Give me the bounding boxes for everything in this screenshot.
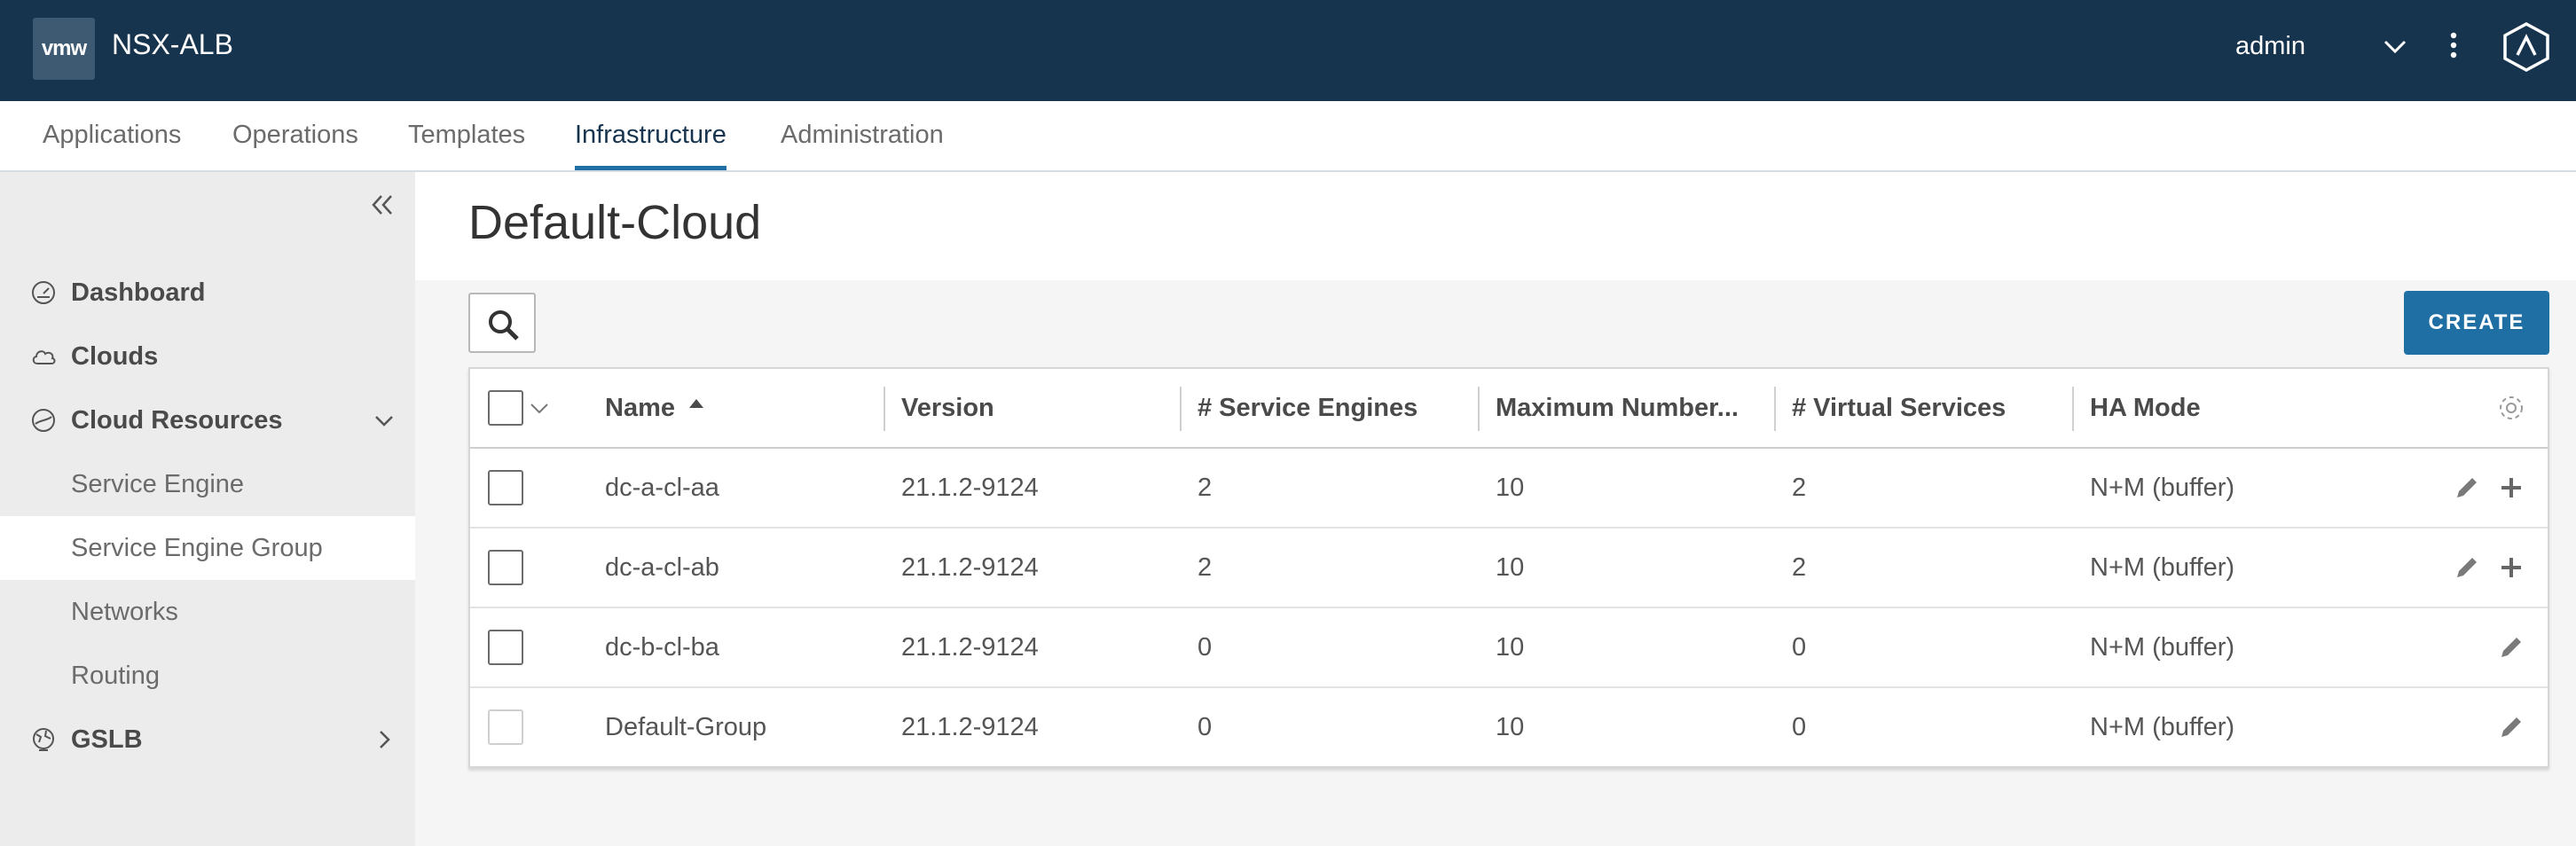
sidebar: Dashboard Clouds Cloud Resources Service…	[0, 172, 415, 846]
more-options-icon[interactable]	[2445, 30, 2462, 60]
gear-icon[interactable]	[2496, 393, 2526, 423]
table-row[interactable]: Default-Group 21.1.2-9124 0 10 0 N+M (bu…	[470, 688, 2548, 768]
main-nav: Applications Operations Templates Infras…	[0, 101, 2576, 172]
column-divider[interactable]	[1774, 387, 1776, 431]
sidebar-item-label: Dashboard	[71, 278, 206, 307]
sidebar-item-service-engine[interactable]: Service Engine	[0, 452, 415, 516]
cell-service-engines: 0	[1198, 632, 1213, 662]
column-header-version[interactable]: Version	[901, 369, 994, 447]
user-menu-label[interactable]: admin	[2235, 32, 2305, 61]
column-divider[interactable]	[2072, 387, 2074, 431]
plus-icon[interactable]	[2496, 473, 2526, 503]
cell-ha-mode: N+M (buffer)	[2090, 632, 2235, 662]
tab-administration[interactable]: Administration	[781, 121, 944, 170]
page-title: Default-Cloud	[468, 196, 762, 249]
chevron-down-icon[interactable]	[529, 399, 550, 417]
cell-version: 21.1.2-9124	[901, 632, 1039, 662]
create-button[interactable]: CREATE	[2404, 291, 2549, 355]
cell-ha-mode: N+M (buffer)	[2090, 712, 2235, 741]
row-checkbox[interactable]	[488, 630, 523, 665]
column-divider[interactable]	[1478, 387, 1480, 431]
table-row[interactable]: dc-a-cl-ab 21.1.2-9124 2 10 2 N+M (buffe…	[470, 529, 2548, 608]
edit-icon[interactable]	[2496, 712, 2526, 742]
sidebar-item-cloud-resources[interactable]: Cloud Resources	[0, 388, 415, 452]
sidebar-item-dashboard[interactable]: Dashboard	[0, 261, 415, 325]
cell-max-number: 10	[1496, 552, 1525, 582]
sidebar-item-clouds[interactable]: Clouds	[0, 325, 415, 388]
brand-hexagon-icon[interactable]	[2501, 21, 2551, 73]
cloud-resources-icon	[32, 409, 55, 432]
column-divider[interactable]	[1180, 387, 1182, 431]
chevron-down-icon[interactable]	[2381, 32, 2409, 60]
column-header-virtual-services[interactable]: # Virtual Services	[1792, 369, 2006, 447]
title-strip: Default-Cloud	[415, 172, 2576, 280]
cell-max-number: 10	[1496, 712, 1525, 741]
sidebar-item-label: GSLB	[71, 725, 143, 754]
edit-icon[interactable]	[2452, 552, 2482, 583]
cell-version: 21.1.2-9124	[901, 552, 1039, 582]
cell-name: dc-a-cl-aa	[605, 473, 719, 502]
chevron-down-icon[interactable]	[371, 407, 397, 434]
app-title: NSX-ALB	[112, 28, 233, 60]
plus-icon[interactable]	[2496, 552, 2526, 583]
cell-service-engines: 0	[1198, 712, 1213, 741]
edit-icon[interactable]	[2452, 473, 2482, 503]
cell-service-engines: 2	[1198, 552, 1213, 582]
cell-name: dc-a-cl-ab	[605, 552, 719, 582]
chevron-right-icon[interactable]	[371, 726, 397, 753]
edit-icon[interactable]	[2496, 632, 2526, 662]
table-row[interactable]: dc-b-cl-ba 21.1.2-9124 0 10 0 N+M (buffe…	[470, 608, 2548, 688]
cell-ha-mode: N+M (buffer)	[2090, 552, 2235, 582]
cell-name: Default-Group	[605, 712, 767, 741]
cell-virtual-services: 2	[1792, 552, 1807, 582]
service-engine-group-table: Name Version # Service Engines Maximum N…	[468, 367, 2549, 768]
cell-max-number: 10	[1496, 632, 1525, 662]
row-checkbox	[488, 709, 523, 745]
table-header-row: Name Version # Service Engines Maximum N…	[470, 369, 2548, 449]
column-header-service-engines[interactable]: # Service Engines	[1198, 369, 1418, 447]
sidebar-item-service-engine-group[interactable]: Service Engine Group	[0, 516, 415, 580]
column-divider[interactable]	[884, 387, 885, 431]
sidebar-item-label: Cloud Resources	[71, 406, 283, 435]
gauge-icon	[32, 281, 55, 304]
cloud-icon	[32, 350, 56, 364]
column-header-maximum-number[interactable]: Maximum Number...	[1496, 369, 1739, 447]
cell-virtual-services: 2	[1792, 473, 1807, 502]
app-header: vmw NSX-ALB admin	[0, 0, 2576, 101]
sidebar-item-networks[interactable]: Networks	[0, 580, 415, 644]
search-button[interactable]	[468, 293, 536, 353]
search-icon	[489, 310, 519, 341]
sidebar-item-label: Clouds	[71, 342, 159, 371]
globe-icon	[33, 728, 54, 751]
cell-virtual-services: 0	[1792, 632, 1807, 662]
sidebar-item-routing[interactable]: Routing	[0, 644, 415, 708]
cell-version: 21.1.2-9124	[901, 712, 1039, 741]
cell-max-number: 10	[1496, 473, 1525, 502]
tab-applications[interactable]: Applications	[43, 121, 181, 170]
tab-templates[interactable]: Templates	[408, 121, 525, 170]
sidebar-item-label: Routing	[71, 662, 160, 690]
sort-ascending-icon	[689, 399, 703, 408]
sidebar-item-gslb[interactable]: GSLB	[0, 708, 415, 772]
row-checkbox[interactable]	[488, 470, 523, 505]
main-content: Default-Cloud CREATE Name Version # Serv…	[415, 172, 2576, 846]
collapse-sidebar-icon[interactable]	[367, 190, 397, 220]
cell-virtual-services: 0	[1792, 712, 1807, 741]
cell-version: 21.1.2-9124	[901, 473, 1039, 502]
vmw-logo[interactable]: vmw	[33, 18, 95, 80]
tab-operations[interactable]: Operations	[232, 121, 358, 170]
cell-ha-mode: N+M (buffer)	[2090, 473, 2235, 502]
row-checkbox[interactable]	[488, 550, 523, 585]
select-all-checkbox[interactable]	[488, 390, 523, 426]
sidebar-item-label: Service Engine	[71, 470, 245, 498]
column-header-ha-mode[interactable]: HA Mode	[2090, 369, 2201, 447]
tab-infrastructure[interactable]: Infrastructure	[575, 121, 726, 170]
sidebar-item-label: Networks	[71, 598, 178, 626]
sidebar-item-label: Service Engine Group	[71, 534, 323, 562]
cell-service-engines: 2	[1198, 473, 1213, 502]
table-row[interactable]: dc-a-cl-aa 21.1.2-9124 2 10 2 N+M (buffe…	[470, 449, 2548, 529]
cell-name: dc-b-cl-ba	[605, 632, 719, 662]
column-header-name[interactable]: Name	[605, 369, 703, 447]
